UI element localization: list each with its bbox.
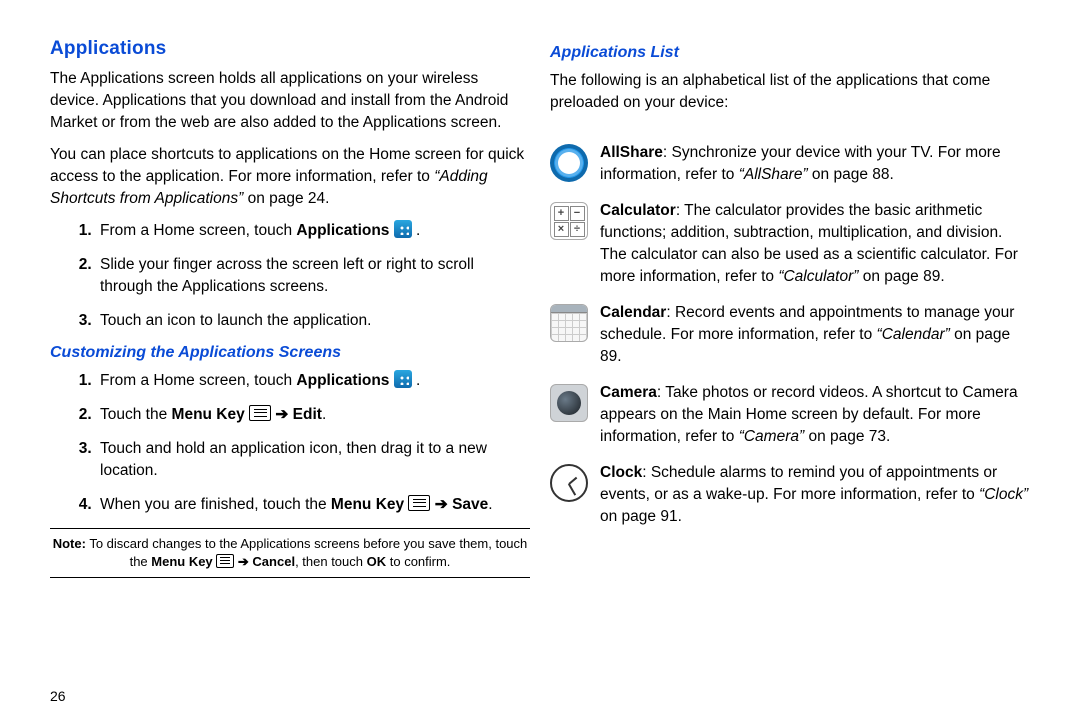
ui-label: Menu Key — [151, 554, 212, 569]
ui-label: Cancel — [252, 554, 295, 569]
ui-label: OK — [367, 554, 387, 569]
applications-icon — [394, 220, 412, 238]
text: to confirm. — [386, 554, 450, 569]
app-entry-calendar: Calendar: Record events and appointments… — [550, 302, 1030, 368]
cross-ref: “AllShare” — [739, 166, 808, 183]
ordered-steps: From a Home screen, touch Applications .… — [50, 220, 530, 332]
text: From a Home screen, touch — [100, 222, 296, 239]
calculator-icon: +−×÷ — [550, 202, 588, 240]
manual-page: Applications The Applications screen hol… — [0, 0, 1080, 720]
clock-icon — [550, 464, 588, 502]
arrow-icon: ➔ — [271, 406, 293, 423]
ui-label: Applications — [296, 222, 389, 239]
applications-list: AllShare: Synchronize your device with y… — [550, 142, 1030, 528]
app-name: Clock — [600, 464, 642, 481]
divider — [50, 528, 530, 529]
allshare-icon — [550, 144, 588, 182]
app-description: Calculator: The calculator provides the … — [600, 200, 1030, 288]
app-description: Camera: Take photos or record videos. A … — [600, 382, 1030, 448]
text: , then touch — [295, 554, 367, 569]
app-entry-calculator: +−×÷ Calculator: The calculator provides… — [550, 200, 1030, 288]
step-item: Touch the Menu Key ➔ Edit. — [96, 404, 530, 426]
cross-ref: “Calendar” — [877, 326, 950, 343]
menu-key-icon — [216, 554, 234, 568]
ui-label: Applications — [296, 372, 389, 389]
app-name: Camera — [600, 384, 657, 401]
text: : Schedule alarms to remind you of appoi… — [600, 464, 997, 503]
app-description: AllShare: Synchronize your device with y… — [600, 142, 1030, 186]
text: . — [412, 222, 421, 239]
text: . — [412, 372, 421, 389]
arrow-icon: ➔ — [234, 554, 252, 569]
paragraph: The Applications screen holds all applic… — [50, 68, 530, 134]
text: on page 73. — [804, 428, 890, 445]
step-item: From a Home screen, touch Applications . — [96, 220, 530, 242]
step-item: Slide your finger across the screen left… — [96, 254, 530, 298]
text: on page 88. — [808, 166, 894, 183]
text: . — [488, 496, 492, 513]
app-name: Calculator — [600, 202, 676, 219]
text: on page 91. — [600, 508, 682, 525]
note-box: Note: To discard changes to the Applicat… — [50, 535, 530, 571]
applications-icon — [394, 370, 412, 388]
app-name: Calendar — [600, 304, 666, 321]
app-entry-camera: Camera: Take photos or record videos. A … — [550, 382, 1030, 448]
menu-key-icon — [408, 495, 430, 511]
cross-ref: “Calculator” — [778, 268, 858, 285]
app-name: AllShare — [600, 144, 663, 161]
text: From a Home screen, touch — [100, 372, 296, 389]
divider — [50, 577, 530, 578]
ui-label: Menu Key — [331, 496, 404, 513]
step-item: Touch and hold an application icon, then… — [96, 438, 530, 482]
section-heading: Applications — [50, 38, 530, 60]
arrow-icon: ➔ — [430, 496, 452, 513]
text: . — [322, 406, 326, 423]
cross-ref: “Camera” — [739, 428, 804, 445]
page-number: 26 — [50, 688, 66, 704]
text: Touch the — [100, 406, 172, 423]
step-item: From a Home screen, touch Applications . — [96, 370, 530, 392]
calendar-icon — [550, 304, 588, 342]
subsection-heading: Applications List — [550, 44, 1030, 62]
app-entry-clock: Clock: Schedule alarms to remind you of … — [550, 462, 1030, 528]
cross-ref: “Clock” — [979, 486, 1028, 503]
menu-key-icon — [249, 405, 271, 421]
text: When you are finished, touch the — [100, 496, 331, 513]
note-label: Note: — [53, 536, 86, 551]
app-entry-allshare: AllShare: Synchronize your device with y… — [550, 142, 1030, 186]
right-column: Applications List The following is an al… — [540, 38, 1030, 710]
step-item: Touch an icon to launch the application. — [96, 310, 530, 332]
ui-label: Edit — [293, 406, 322, 423]
ui-label: Save — [452, 496, 488, 513]
left-column: Applications The Applications screen hol… — [50, 38, 540, 710]
paragraph: The following is an alphabetical list of… — [550, 70, 1030, 114]
paragraph: You can place shortcuts to applications … — [50, 144, 530, 210]
ordered-steps: From a Home screen, touch Applications .… — [50, 370, 530, 516]
text: on page 89. — [858, 268, 944, 285]
text: on page 24. — [243, 190, 329, 207]
subsection-heading: Customizing the Applications Screens — [50, 344, 530, 362]
ui-label: Menu Key — [172, 406, 245, 423]
app-description: Clock: Schedule alarms to remind you of … — [600, 462, 1030, 528]
step-item: When you are finished, touch the Menu Ke… — [96, 494, 530, 516]
camera-icon — [550, 384, 588, 422]
app-description: Calendar: Record events and appointments… — [600, 302, 1030, 368]
